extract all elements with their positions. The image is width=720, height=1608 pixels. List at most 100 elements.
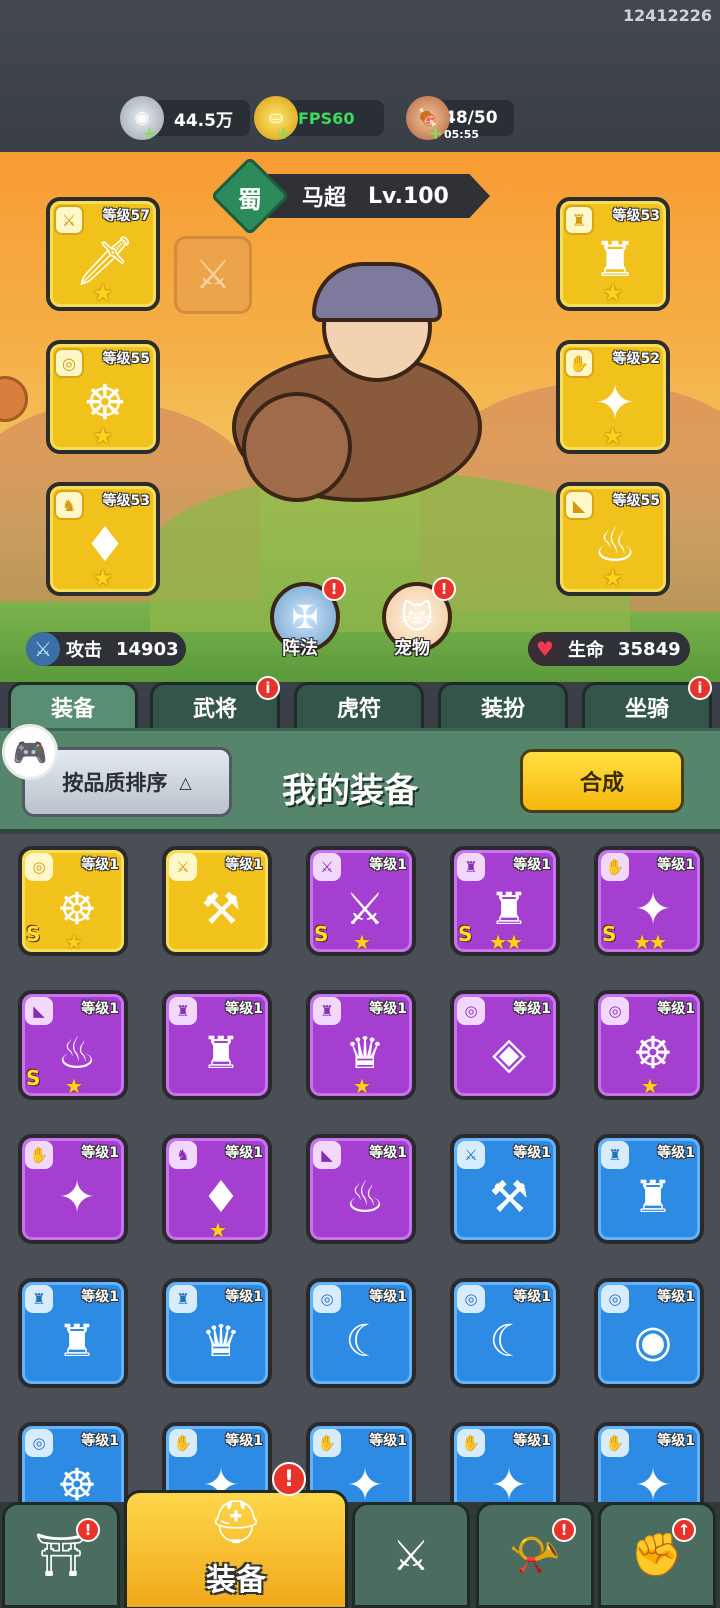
kingdom-label: 蜀 [238,186,262,214]
equipment-card[interactable]: ♜ 等级1 ♜ [18,1278,128,1388]
pet-alert-icon: ! [432,577,456,601]
equipment-card[interactable]: ◎ 等级1 ☸ S ★ [18,846,128,956]
side-menu-button[interactable] [0,376,28,422]
equip-type-icon: ✋ [169,1429,197,1457]
hp-label: 生命 [568,640,604,661]
device-id: 12412226 [622,6,712,25]
attack-label: 攻击 [66,640,102,661]
equip-type-icon: ◎ [25,853,53,881]
equipment-card[interactable]: ◎ 等级1 ◈ [450,990,560,1100]
equip-level: 等级1 [513,1001,551,1017]
equip-type-icon: ⚔ [313,853,341,881]
equip-slot-boots[interactable]: ◣ 等级55 ♨ ★ [556,482,670,596]
equipment-card[interactable]: ⚔ 等级1 ⚒ [450,1134,560,1244]
equipment-card[interactable]: ♜ 等级1 ♛ [162,1278,272,1388]
equip-level: 等级1 [513,1145,551,1161]
slot-level: 等级55 [102,351,150,367]
equipment-card[interactable]: ♜ 等级1 ♜ [162,990,272,1100]
equip-slot-helmet[interactable]: ♞ 等级53 ♦ ★ [46,482,160,596]
cat-pet-icon: 🐱 [400,598,434,636]
equipment-card[interactable]: ◣ 等级1 ♨ S ★ [18,990,128,1100]
equip-slot-amulet[interactable]: ◎ 等级55 ☸ ★ [46,340,160,454]
equip-item-icon: ⚒ [201,883,241,935]
category-tabs: 装备 武将 虎符 装扮 坐骑 i i [0,676,720,732]
equipment-card[interactable]: ◎ 等级1 ◉ [594,1278,704,1388]
equipment-card[interactable]: ✋ 等级1 ✦ [594,1422,704,1502]
add-gold-icon[interactable]: + [276,123,291,144]
equipment-card[interactable]: ◎ 等级1 ☾ [306,1278,416,1388]
equip-item-icon: ♜ [201,1027,241,1079]
tab-tiger-tally[interactable]: 虎符 [294,682,424,732]
equip-type-icon: ♜ [25,1285,53,1313]
sort-label: 按品质排序 [62,771,168,795]
equipment-card[interactable]: ◣ 等级1 ♨ [306,1134,416,1244]
nav-battle[interactable]: ⚔ [352,1502,470,1608]
nav-summon[interactable]: 📯 [476,1502,594,1608]
bottom-nav: ⛩ ⛑ 装备 ⚔ 📯 ✊ ! ! ! ↑ [0,1462,720,1608]
equip-type-icon: ♜ [601,1141,629,1169]
equip-item-icon: ◉ [633,1315,673,1367]
gamepad-icon[interactable]: 🎮 [2,724,58,780]
silver-resource[interactable]: ◉ 44.5万 + [120,96,250,144]
equip-type-icon: ♜ [169,1285,197,1313]
star-icon: ★ [602,564,624,592]
equip-type-icon: ◎ [601,997,629,1025]
equip-level: 等级1 [369,1289,407,1305]
hero-character[interactable] [232,262,502,542]
sword-icon: ⚔ [26,632,60,666]
equip-type-icon: ✋ [601,853,629,881]
food-timer: 05:55 [444,128,480,141]
equipment-alert-icon: ! [272,1462,306,1496]
equipment-card[interactable]: ✋ 等级1 ✦ S ★★ [594,846,704,956]
equipment-card[interactable]: ♜ 等级1 ♛ ★ [306,990,416,1100]
nav-upgrade[interactable]: ✊ [598,1502,716,1608]
equipment-card[interactable]: ◎ 等级1 ☸ [18,1422,128,1502]
equipment-card[interactable]: ⚔ 等级1 ⚔ S ★ [306,846,416,956]
equip-level: 等级1 [81,1145,119,1161]
hero-helmet [312,262,442,322]
equip-level: 等级1 [657,1001,695,1017]
equipment-card[interactable]: ♜ 等级1 ♜ S ★★ [450,846,560,956]
equip-level: 等级1 [225,857,263,873]
slot-level: 等级53 [102,493,150,509]
horn-icon: 📯 [508,1530,562,1579]
merge-button[interactable]: 合成 [520,749,684,813]
nav-equipment-label: 装备 [206,1563,266,1598]
formation-alert-icon: ! [322,577,346,601]
status-bar: 12412226 ◉ 44.5万 + ⛀ FPS60 + 🍖 48/50 05:… [0,0,720,152]
star-rating: ★ [353,1074,371,1098]
equipment-card[interactable]: ◎ 等级1 ☸ ★ [594,990,704,1100]
nav-equipment[interactable]: ⛑ 装备 [124,1490,348,1608]
equip-type-icon: ◎ [457,997,485,1025]
boar-mount-head [242,392,352,502]
formation-label: 阵法 [282,638,318,659]
equipment-card[interactable]: ⚔ 等级1 ⚒ [162,846,272,956]
add-food-icon[interactable]: + [428,123,443,144]
equipment-card[interactable]: ◎ 等级1 ☾ [450,1278,560,1388]
equip-type-icon: ⚔ [457,1141,485,1169]
equip-slot-armor[interactable]: ♜ 等级53 ♜ ★ [556,197,670,311]
equipment-card[interactable]: ♜ 等级1 ♜ [594,1134,704,1244]
gold-resource[interactable]: ⛀ FPS60 + [254,96,384,144]
equip-type-icon: ◎ [25,1429,53,1457]
equip-level: 等级1 [225,1289,263,1305]
equip-level: 等级1 [369,1001,407,1017]
equip-type-icon: ◎ [313,1285,341,1313]
equipment-card[interactable]: ✋ 等级1 ✦ [18,1134,128,1244]
equip-type-icon: ◎ [457,1285,485,1313]
add-silver-icon[interactable]: + [142,123,157,144]
star-rating: ★ [353,930,371,954]
equipment-card[interactable]: ♞ 等级1 ♦ ★ [162,1134,272,1244]
equip-type-icon: ♜ [457,853,485,881]
equip-slot-bracer[interactable]: ✋ 等级52 ✦ ★ [556,340,670,454]
food-resource[interactable]: 🍖 48/50 05:55 + [406,96,514,144]
equip-level: 等级1 [513,857,551,873]
equip-level: 等级1 [81,1289,119,1305]
equipment-card[interactable]: ✋ 等级1 ✦ [450,1422,560,1502]
equip-slot-weapon[interactable]: ⚔ 等级57 🗡 ★ [46,197,160,311]
equip-type-icon: ♜ [313,997,341,1025]
tab-outfit[interactable]: 装扮 [438,682,568,732]
equip-level: 等级1 [225,1433,263,1449]
nav-shop[interactable]: ⛩ [2,1502,120,1608]
hero-level: Lv.100 [368,183,449,209]
